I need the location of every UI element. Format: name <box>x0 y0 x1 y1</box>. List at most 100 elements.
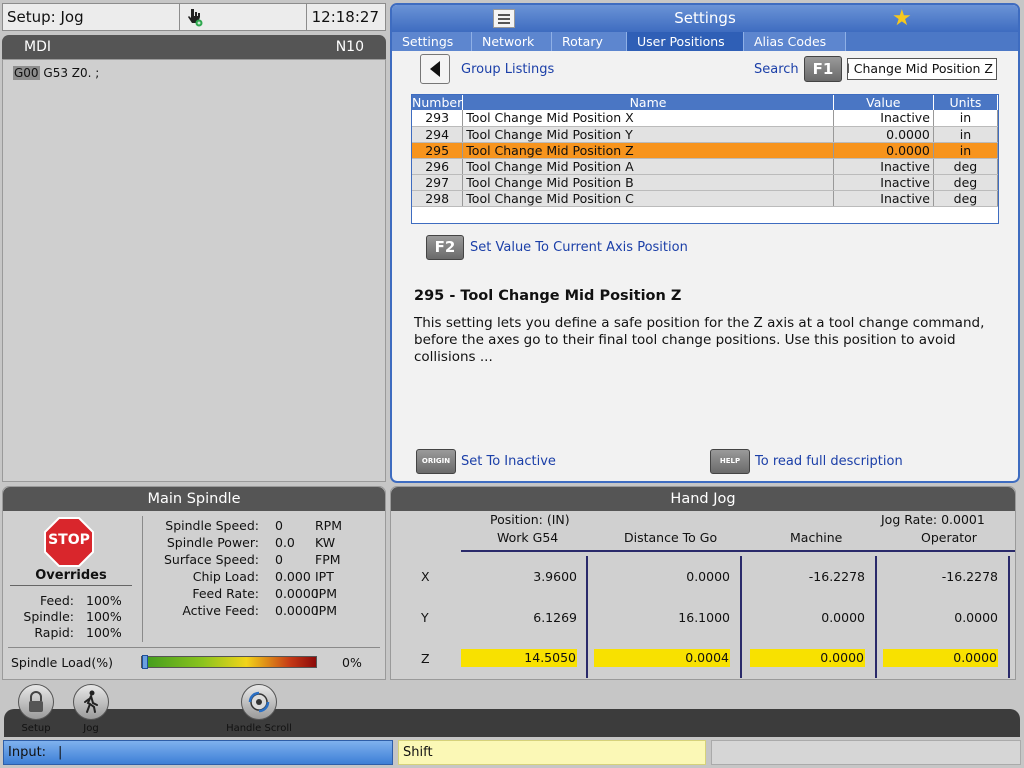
set-inactive-link[interactable]: Set To Inactive <box>461 454 556 469</box>
table-row[interactable]: 297 Tool Change Mid Position B Inactive … <box>412 174 999 191</box>
jog-shortcut[interactable]: Jog <box>69 684 113 734</box>
settings-title: Settings <box>674 9 736 27</box>
f1-key[interactable]: F1 <box>804 56 842 82</box>
stat-unit: IPT <box>315 569 334 584</box>
y-distance-value: 16.1000 <box>678 610 730 625</box>
stat-unit: FPM <box>315 552 341 567</box>
help-key[interactable]: HELP <box>710 449 750 474</box>
stat-value: 0.0 <box>275 535 295 550</box>
menu-icon[interactable] <box>493 9 515 28</box>
cell-value: Inactive <box>833 110 934 127</box>
divider <box>875 556 877 678</box>
description-text: This setting lets you define a safe posi… <box>414 315 985 365</box>
spindle-load-bar <box>141 655 317 669</box>
axis-x-label: X <box>421 569 430 584</box>
f2-key[interactable]: F2 <box>426 235 464 260</box>
mdi-editor[interactable]: G00 G53 Z0. ; <box>2 59 386 482</box>
stat-value: 0 <box>275 552 283 567</box>
cell-units: in <box>933 142 999 159</box>
cell-units: deg <box>933 190 999 207</box>
cell-value: Inactive <box>833 190 934 207</box>
x-work-value: 3.9600 <box>533 569 577 584</box>
stat-value: 0.000 <box>275 569 311 584</box>
col-machine: Machine <box>790 530 843 545</box>
cell-name: Tool Change Mid Position Z <box>462 142 834 159</box>
x-distance-value: 0.0000 <box>686 569 730 584</box>
stat-value: 0.0000 <box>275 603 319 618</box>
handle-scroll-label: Handle Scroll <box>226 723 292 734</box>
tab-alias-codes[interactable]: Alias Codes <box>744 32 846 51</box>
axis-z-label: Z <box>421 651 430 666</box>
override-feed-label: Feed: <box>39 593 74 608</box>
cell-units: deg <box>933 174 999 191</box>
cell-name: Tool Change Mid Position Y <box>462 126 834 143</box>
set-current-position-link[interactable]: Set Value To Current Axis Position <box>470 240 688 255</box>
spindle-title: Main Spindle <box>3 487 385 511</box>
divider <box>1008 556 1010 678</box>
axis-y-label: Y <box>421 610 429 625</box>
table-row-selected[interactable]: 295 Tool Change Mid Position Z 0.0000 in <box>412 142 999 159</box>
cell-units: in <box>933 110 999 127</box>
y-operator-value: 0.0000 <box>954 610 998 625</box>
stop-sign-icon: STOP <box>44 517 94 567</box>
back-button[interactable] <box>420 54 450 84</box>
divider <box>8 647 380 648</box>
favorite-star-icon[interactable]: ★ <box>892 5 912 32</box>
input-field[interactable]: Input: | <box>3 740 393 765</box>
stat-unit: IPM <box>315 586 338 601</box>
clock: 12:18:27 <box>311 8 379 26</box>
search-input[interactable]: Tool Change Mid Position Z <box>847 58 997 80</box>
handle-scroll-shortcut[interactable]: Handle Scroll <box>224 684 294 734</box>
tab-settings[interactable]: Settings <box>392 32 472 51</box>
group-listings-link[interactable]: Group Listings <box>461 62 554 77</box>
col-number: Number <box>412 95 464 110</box>
setup-label: Setup <box>21 723 51 734</box>
walking-icon <box>73 684 109 720</box>
search-label: Search <box>754 62 799 77</box>
tab-network[interactable]: Network <box>472 32 552 51</box>
cell-number: 293 <box>412 110 464 127</box>
cell-value: Inactive <box>833 174 934 191</box>
mdi-header: MDI N10 <box>2 35 386 59</box>
z-work-value: 14.5050 <box>461 649 577 667</box>
x-operator-value: -16.2278 <box>941 569 998 584</box>
col-name: Name <box>462 95 834 110</box>
mdi-cursor-block[interactable]: G00 <box>13 66 40 80</box>
input-label: Input: <box>8 745 47 760</box>
override-spindle-label: Spindle: <box>23 609 74 624</box>
spindle-load-marker <box>142 655 148 669</box>
col-units: Units <box>933 95 999 110</box>
col-distance-to-go: Distance To Go <box>624 530 718 545</box>
settings-tabs: Settings Network Rotary User Positions A… <box>392 32 1018 51</box>
user-positions-table: Number Name Value Units 293 Tool Change … <box>411 94 999 224</box>
table-row[interactable]: 293 Tool Change Mid Position X Inactive … <box>412 110 999 127</box>
spindle-stats: Spindle Speed: 0 RPM Spindle Power: 0.0 KW S… <box>146 517 376 619</box>
jog-handle-icon[interactable] <box>179 4 307 30</box>
read-description-link[interactable]: To read full description <box>755 454 903 469</box>
tab-user-positions[interactable]: User Positions <box>627 32 744 51</box>
table-row[interactable]: 296 Tool Change Mid Position A Inactive … <box>412 158 999 175</box>
overrides-heading: Overrides <box>10 568 132 586</box>
cell-number: 295 <box>412 142 464 159</box>
z-operator-value: 0.0000 <box>883 649 998 667</box>
hand-jog-title: Hand Jog <box>391 487 1015 511</box>
mdi-line-number: N10 <box>335 39 364 55</box>
status-message <box>711 740 1021 765</box>
origin-key[interactable]: ORIGIN <box>416 449 456 474</box>
lock-icon <box>18 684 54 720</box>
stat-label: Feed Rate: <box>192 586 259 601</box>
table-row[interactable]: 298 Tool Change Mid Position C Inactive … <box>412 190 999 207</box>
setup-shortcut[interactable]: Setup <box>14 684 58 734</box>
stat-label: Surface Speed: <box>164 552 259 567</box>
override-rapid-value: 100% <box>86 625 122 640</box>
divider <box>142 516 143 642</box>
mdi-code-rest[interactable]: G53 Z0. ; <box>40 66 99 80</box>
table-row[interactable]: 294 Tool Change Mid Position Y 0.0000 in <box>412 126 999 143</box>
mode-bar: Setup: Jog 12:18:27 <box>2 3 386 31</box>
tab-rotary[interactable]: Rotary <box>552 32 627 51</box>
back-arrow-icon <box>430 61 440 77</box>
stat-value: 0.0000 <box>275 586 319 601</box>
divider <box>461 550 1015 552</box>
settings-header: Settings ★ <box>392 5 1018 32</box>
spindle-load-value: 0% <box>342 655 362 670</box>
